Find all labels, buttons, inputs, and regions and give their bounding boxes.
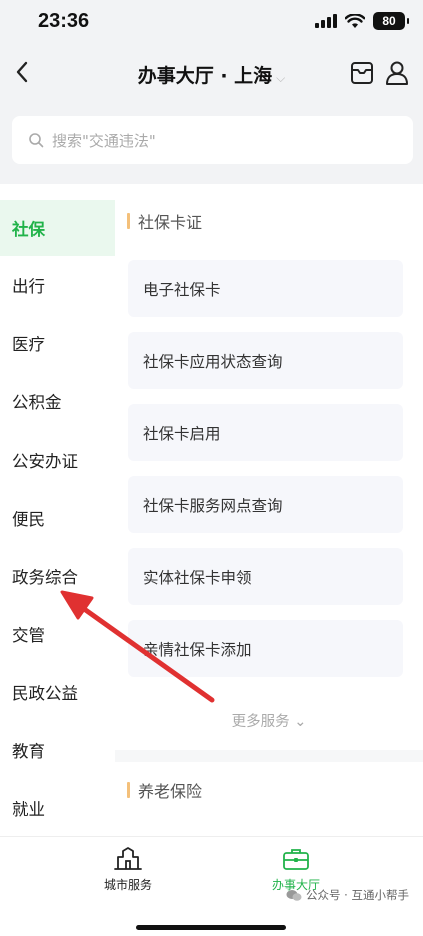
status-bar: 23:36 80 [0, 0, 423, 46]
briefcase-icon [283, 849, 309, 870]
watermark-text: 公众号 · 互通小帮手 [306, 888, 409, 902]
sidebar-item-label: 教育 [12, 742, 45, 761]
section-accent-bar [127, 213, 130, 229]
sidebar-item-label: 便民 [12, 510, 45, 529]
sidebar-item-label: 医疗 [12, 335, 45, 354]
page-title: 办事大厅 · 上海 [137, 65, 273, 87]
tab-bar: 城市服务 办事大厅 公众号 · 互通小帮手 [0, 836, 423, 936]
tab-city-services[interactable]: 城市服务 [68, 847, 188, 893]
service-label: 实体社保卡申领 [143, 568, 252, 587]
sidebar-item-label: 公安办证 [12, 452, 78, 471]
search-placeholder: 搜索"交通违法" [52, 131, 156, 150]
section-title: 社保卡证 [138, 213, 203, 232]
sidebar-item-government-general[interactable]: 政务综合 [0, 548, 115, 604]
section-pension-insurance: 养老保险 [115, 762, 423, 836]
sidebar-item-traffic-management[interactable]: 交管 [0, 606, 115, 662]
service-item[interactable]: 亲情社保卡添加 [128, 620, 403, 677]
sidebar-item-label: 社保 [12, 220, 45, 239]
sidebar-item-civil-affairs[interactable]: 民政公益 [0, 664, 115, 720]
service-item[interactable]: 电子社保卡 [128, 260, 403, 317]
service-item[interactable]: 实体社保卡申领 [128, 548, 403, 605]
service-label: 亲情社保卡添加 [143, 640, 252, 659]
section-social-security-card: 社保卡证 电子社保卡 社保卡应用状态查询 社保卡启用 社保卡服务网点查询 实体社… [115, 184, 423, 750]
service-item[interactable]: 社保卡服务网点查询 [128, 476, 403, 533]
service-label: 电子社保卡 [143, 280, 221, 299]
home-indicator [136, 925, 286, 930]
watermark: 公众号 · 互通小帮手 [286, 887, 409, 903]
tab-label: 城市服务 [103, 878, 152, 892]
sidebar-item-label: 出行 [12, 277, 45, 296]
more-services-button[interactable]: 更多服务 ⌄ [115, 710, 423, 731]
service-item[interactable]: 社保卡启用 [128, 404, 403, 461]
search-icon [29, 133, 44, 148]
wifi-icon [345, 13, 365, 28]
sidebar-item-label: 民政公益 [12, 684, 78, 703]
search-input[interactable]: 搜索"交通违法" [12, 116, 413, 164]
service-label: 社保卡启用 [143, 424, 221, 443]
nav-bar: 办事大厅 · 上海 ⌵ [0, 48, 423, 100]
card-pack-icon[interactable] [349, 60, 375, 86]
sidebar-item-social-security[interactable]: 社保 [0, 200, 115, 256]
service-label: 社保卡服务网点查询 [143, 496, 283, 515]
section-title: 养老保险 [138, 782, 203, 801]
sidebar-item-label: 政务综合 [12, 568, 78, 587]
service-item[interactable]: 社保卡应用状态查询 [128, 332, 403, 389]
sidebar-item-employment[interactable]: 就业 [0, 780, 115, 836]
status-icons: 80 [315, 12, 409, 30]
section-header: 养老保险 [127, 778, 202, 802]
sidebar-item-police-certificates[interactable]: 公安办证 [0, 432, 115, 488]
service-panel: 社保卡证 电子社保卡 社保卡应用状态查询 社保卡启用 社保卡服务网点查询 实体社… [115, 184, 423, 836]
city-buildings-icon [114, 847, 142, 870]
battery-level: 80 [382, 14, 396, 28]
section-header: 社保卡证 [127, 209, 202, 233]
sidebar-item-medical[interactable]: 医疗 [0, 315, 115, 371]
section-accent-bar [127, 782, 130, 798]
sidebar-item-convenience[interactable]: 便民 [0, 490, 115, 546]
content-area: 社保 出行 医疗 公积金 公安办证 便民 政务综合 交管 民政公益 教育 就业 … [0, 184, 423, 836]
category-sidebar: 社保 出行 医疗 公积金 公安办证 便民 政务综合 交管 民政公益 教育 就业 [0, 184, 115, 836]
service-label: 社保卡应用状态查询 [143, 352, 283, 371]
more-services-label: 更多服务 [231, 714, 290, 730]
sidebar-item-travel[interactable]: 出行 [0, 257, 115, 313]
chevron-down-icon: ⌵ [276, 71, 286, 85]
chevron-down-icon: ⌄ [294, 714, 307, 730]
sidebar-item-label: 交管 [12, 626, 45, 645]
sidebar-item-housing-fund[interactable]: 公积金 [0, 373, 115, 429]
status-time: 23:36 [38, 10, 90, 32]
sidebar-item-education[interactable]: 教育 [0, 722, 115, 778]
battery-icon: 80 [373, 12, 409, 30]
sidebar-item-label: 公积金 [12, 393, 62, 412]
wechat-icon [286, 889, 302, 901]
user-icon[interactable] [383, 59, 411, 87]
sidebar-item-label: 就业 [12, 800, 45, 819]
signal-icon [315, 14, 337, 28]
